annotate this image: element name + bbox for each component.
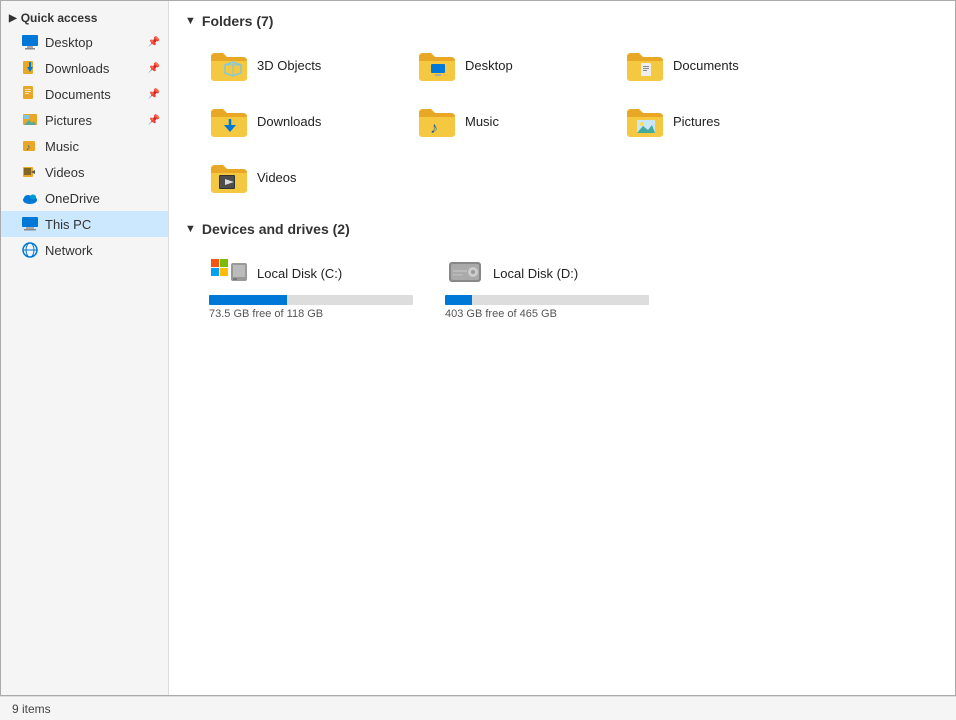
sidebar-item-desktop[interactable]: Desktop 📌 (1, 29, 168, 55)
folder-item-pictures[interactable]: Pictures (617, 97, 817, 145)
quick-access-chevron: ▶ (9, 13, 17, 24)
sidebar-item-videos[interactable]: Videos (1, 159, 168, 185)
drive-d-bar-container (445, 295, 649, 305)
folder-3dobjects-name: 3D Objects (257, 58, 321, 73)
sidebar-item-downloads[interactable]: Downloads 📌 (1, 55, 168, 81)
sidebar-pictures-label: Pictures (45, 113, 92, 128)
folders-section-header[interactable]: ▼ Folders (7) (185, 13, 939, 29)
sidebar-network-label: Network (45, 243, 93, 258)
sidebar-downloads-label: Downloads (45, 61, 109, 76)
sidebar-item-network[interactable]: Network (1, 237, 168, 263)
status-items-count: 9 items (12, 702, 51, 716)
folder-documents-icon (625, 47, 665, 83)
folder-item-desktop[interactable]: Desktop (409, 41, 609, 89)
folder-3dobjects-icon (209, 47, 249, 83)
desktop-pin-icon: 📌 (148, 37, 160, 48)
file-explorer-window: ▶ Quick access Desktop 📌 Downloads 📌 (0, 0, 956, 696)
folders-section-label: Folders (7) (202, 13, 274, 29)
quick-access-label: Quick access (21, 11, 98, 25)
devices-chevron-icon: ▼ (185, 223, 196, 235)
folder-item-music[interactable]: ♪ Music (409, 97, 609, 145)
folder-desktop-name: Desktop (465, 58, 513, 73)
svg-text:♪: ♪ (26, 142, 31, 152)
folder-music-icon: ♪ (417, 103, 457, 139)
folder-desktop-icon (417, 47, 457, 83)
drive-c-name: Local Disk (C:) (257, 266, 342, 281)
status-bar: 9 items (0, 696, 956, 720)
folder-downloads-icon (209, 103, 249, 139)
onedrive-icon (21, 189, 39, 207)
folder-downloads-name: Downloads (257, 114, 321, 129)
drive-item-d[interactable]: Local Disk (D:) 403 GB free of 465 GB (437, 249, 657, 326)
folder-videos-name: Videos (257, 170, 297, 185)
documents-pin-icon: 📌 (148, 89, 160, 100)
sidebar-item-music[interactable]: ♪ Music (1, 133, 168, 159)
devices-section-label: Devices and drives (2) (202, 221, 350, 237)
folder-item-documents[interactable]: Documents (617, 41, 817, 89)
drive-item-c[interactable]: Local Disk (C:) 73.5 GB free of 118 GB (201, 249, 421, 326)
downloads-icon (21, 59, 39, 77)
folder-pictures-icon (625, 103, 665, 139)
sidebar-documents-label: Documents (45, 87, 111, 102)
quick-access-header[interactable]: ▶ Quick access (1, 7, 168, 29)
folders-chevron-icon: ▼ (185, 15, 196, 27)
drive-c-icon (209, 255, 249, 291)
sidebar-videos-label: Videos (45, 165, 85, 180)
svg-text:♪: ♪ (430, 120, 438, 137)
drive-d-top: Local Disk (D:) (445, 255, 649, 291)
drive-c-bar-fill (209, 295, 287, 305)
devices-grid: Local Disk (C:) 73.5 GB free of 118 GB (185, 249, 939, 326)
desktop-icon (21, 33, 39, 51)
sidebar-music-label: Music (45, 139, 79, 154)
sidebar-item-onedrive[interactable]: OneDrive (1, 185, 168, 211)
folders-grid: 3D Objects Desktop (185, 41, 939, 201)
folder-item-videos[interactable]: Videos (201, 153, 401, 201)
music-icon: ♪ (21, 137, 39, 155)
sidebar-item-documents[interactable]: Documents 📌 (1, 81, 168, 107)
folder-pictures-name: Pictures (673, 114, 720, 129)
drive-c-top: Local Disk (C:) (209, 255, 413, 291)
drive-c-info: 73.5 GB free of 118 GB (209, 308, 413, 320)
devices-section-header[interactable]: ▼ Devices and drives (2) (185, 221, 939, 237)
drive-d-info: 403 GB free of 465 GB (445, 308, 649, 320)
this-pc-icon (21, 215, 39, 233)
main-content: ▼ Folders (7) 3D Objects (169, 1, 955, 695)
folder-videos-icon (209, 159, 249, 195)
sidebar-desktop-label: Desktop (45, 35, 93, 50)
drive-c-bar-container (209, 295, 413, 305)
folder-item-3dobjects[interactable]: 3D Objects (201, 41, 401, 89)
drive-d-name: Local Disk (D:) (493, 266, 578, 281)
documents-icon (21, 85, 39, 103)
sidebar-item-this-pc[interactable]: This PC (1, 211, 168, 237)
pictures-pin-icon: 📌 (148, 115, 160, 126)
sidebar-this-pc-label: This PC (45, 217, 91, 232)
downloads-pin-icon: 📌 (148, 63, 160, 74)
sidebar: ▶ Quick access Desktop 📌 Downloads 📌 (1, 1, 169, 695)
drive-d-icon (445, 255, 485, 291)
folder-documents-name: Documents (673, 58, 739, 73)
folder-music-name: Music (465, 114, 499, 129)
network-icon (21, 241, 39, 259)
sidebar-item-pictures[interactable]: Pictures 📌 (1, 107, 168, 133)
sidebar-onedrive-label: OneDrive (45, 191, 100, 206)
pictures-icon (21, 111, 39, 129)
drive-d-bar-fill (445, 295, 472, 305)
videos-icon (21, 163, 39, 181)
folder-item-downloads[interactable]: Downloads (201, 97, 401, 145)
